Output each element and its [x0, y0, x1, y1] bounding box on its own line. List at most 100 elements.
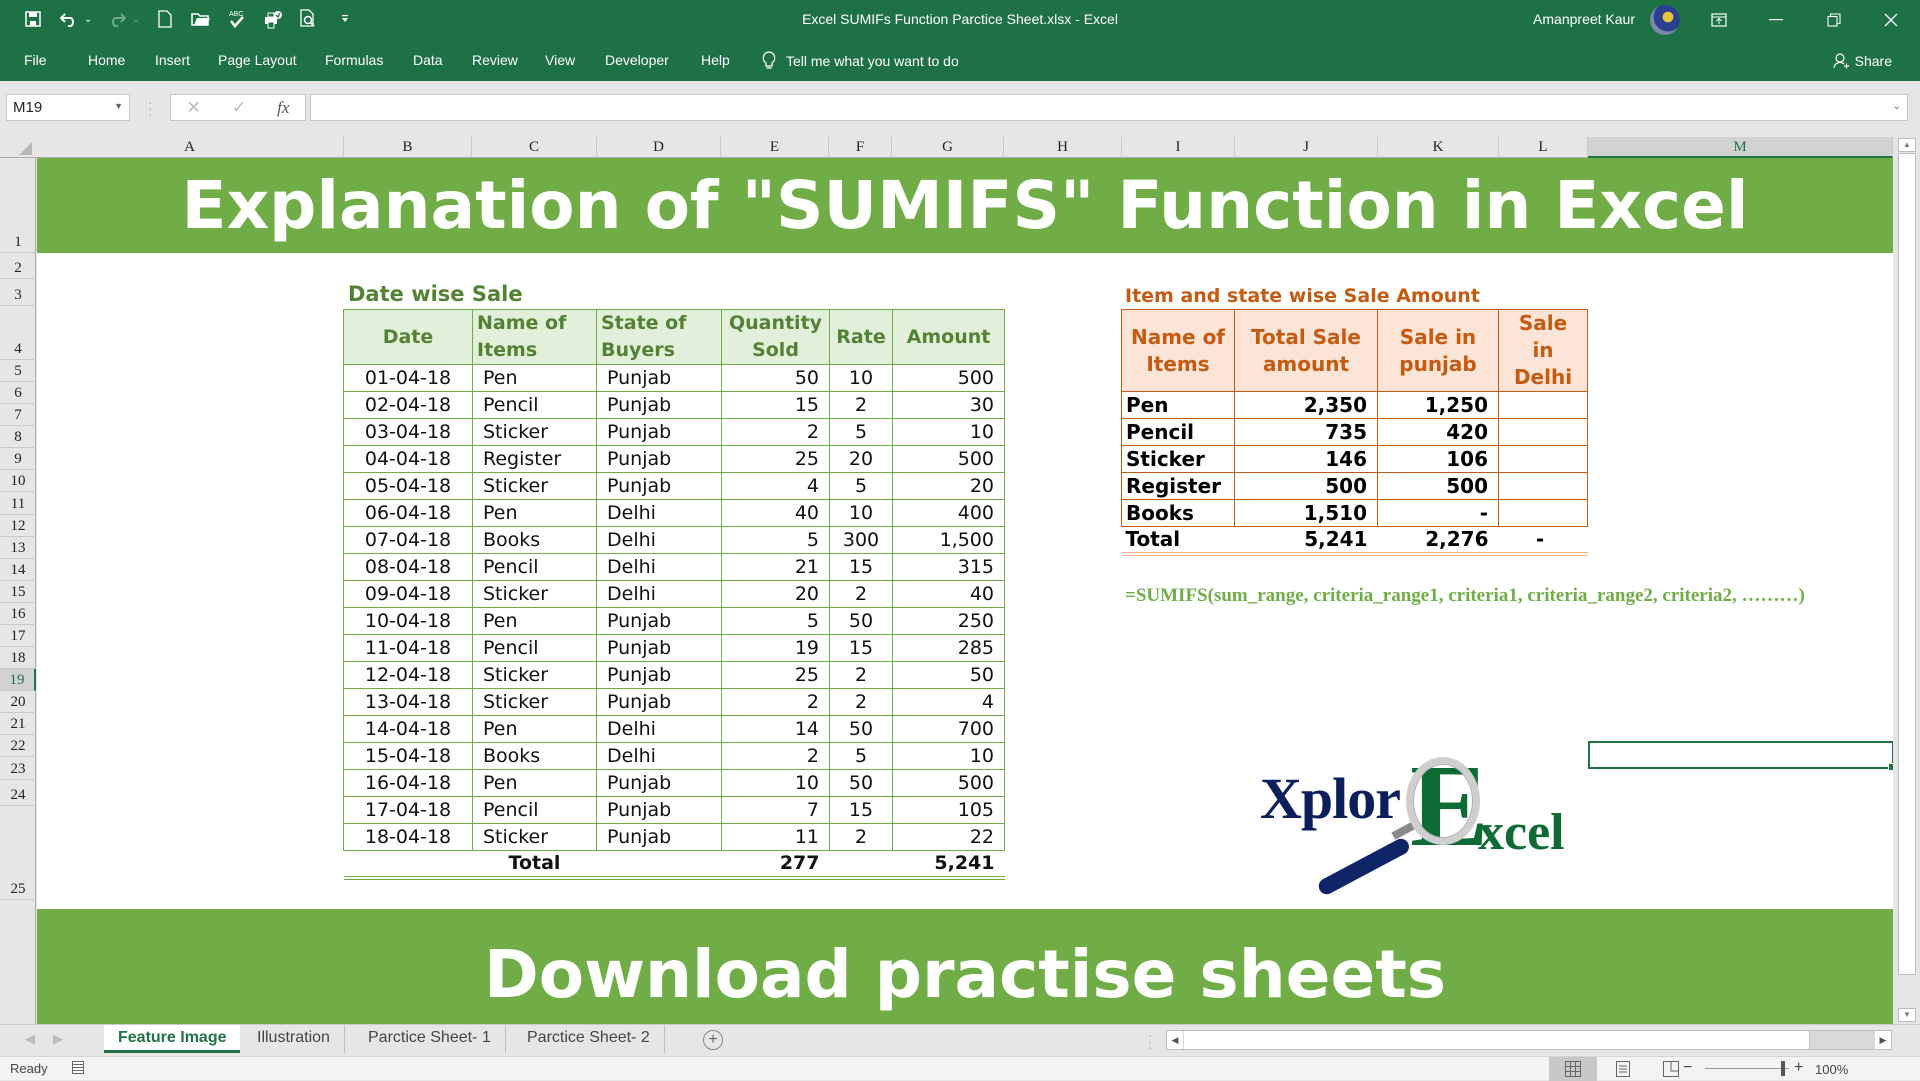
date-cell[interactable]: 07-04-18 — [343, 526, 473, 554]
amount-cell[interactable]: 22 — [892, 823, 1005, 851]
date-cell[interactable]: 13-04-18 — [343, 688, 473, 716]
item-cell[interactable]: Sticker — [472, 418, 597, 446]
total-sale-cell[interactable]: 2,350 — [1234, 391, 1378, 419]
state-cell[interactable]: Punjab — [596, 688, 722, 716]
date-cell[interactable]: 16-04-18 — [343, 769, 473, 797]
punjab-sale-cell[interactable]: 1,250 — [1377, 391, 1499, 419]
item-cell[interactable]: Sticker — [472, 688, 597, 716]
column-header-m[interactable]: M — [1588, 137, 1893, 158]
scroll-left-icon[interactable]: ◀ — [1167, 1031, 1183, 1049]
quantity-cell[interactable]: 10 — [721, 769, 830, 797]
quantity-cell[interactable]: 2 — [721, 418, 830, 446]
state-cell[interactable]: Delhi — [596, 553, 722, 581]
scroll-right-icon[interactable]: ▶ — [1875, 1031, 1891, 1049]
column-header-d[interactable]: D — [597, 137, 721, 158]
total-sale-cell[interactable]: 146 — [1234, 445, 1378, 473]
state-cell[interactable]: Punjab — [596, 445, 722, 473]
total-sale[interactable]: 5,241 — [1234, 526, 1378, 556]
header-rate[interactable]: Rate — [829, 309, 893, 365]
quantity-cell[interactable]: 21 — [721, 553, 830, 581]
vertical-scroll-thumb[interactable] — [1898, 153, 1916, 975]
date-cell[interactable]: 15-04-18 — [343, 742, 473, 770]
item-cell[interactable]: Pencil — [472, 553, 597, 581]
punjab-sale-cell[interactable]: 106 — [1377, 445, 1499, 473]
state-cell[interactable]: Delhi — [596, 526, 722, 554]
selected-cell-m19[interactable] — [1588, 741, 1893, 771]
state-cell[interactable]: Delhi — [596, 499, 722, 527]
column-header-b[interactable]: B — [344, 137, 472, 158]
header-item-name[interactable]: Name of Items — [1121, 309, 1235, 392]
sheet-tab-feature-image[interactable]: Feature Image — [104, 1025, 241, 1053]
rate-cell[interactable]: 20 — [829, 445, 893, 473]
tab-help[interactable]: Help — [701, 52, 730, 68]
horizontal-scrollbar[interactable]: ◀ ▶ — [1166, 1030, 1892, 1050]
tab-split-handle-icon[interactable]: · · · — [1148, 1028, 1153, 1054]
state-cell[interactable]: Punjab — [596, 769, 722, 797]
item-cell[interactable]: Sticker — [1121, 445, 1235, 473]
amount-cell[interactable]: 400 — [892, 499, 1005, 527]
row-header-11[interactable]: 11 — [0, 492, 36, 515]
delhi-sale-cell[interactable] — [1498, 418, 1588, 446]
item-cell[interactable]: Sticker — [472, 661, 597, 689]
row-header-24[interactable]: 24 — [0, 780, 36, 806]
item-cell[interactable]: Pencil — [472, 391, 597, 419]
tab-insert[interactable]: Insert — [155, 52, 190, 68]
add-sheet-icon[interactable]: + — [703, 1030, 723, 1050]
sheet-tab-illustration[interactable]: Illustration — [243, 1025, 345, 1053]
row-header-19[interactable]: 19 — [0, 669, 36, 691]
quantity-cell[interactable]: 4 — [721, 472, 830, 500]
state-cell[interactable]: Delhi — [596, 742, 722, 770]
sheet-tab-practice-sheet-1[interactable]: Parctice Sheet- 1 — [354, 1025, 506, 1053]
rate-cell[interactable]: 10 — [829, 364, 893, 392]
quantity-cell[interactable]: 15 — [721, 391, 830, 419]
rate-cell[interactable]: 50 — [829, 715, 893, 743]
date-cell[interactable]: 06-04-18 — [343, 499, 473, 527]
date-cell[interactable]: 03-04-18 — [343, 418, 473, 446]
row-header-18[interactable]: 18 — [0, 647, 36, 669]
amount-cell[interactable]: 500 — [892, 445, 1005, 473]
rate-cell[interactable]: 50 — [829, 769, 893, 797]
row-header-4[interactable]: 4 — [0, 306, 36, 360]
item-cell[interactable]: Pen — [472, 364, 597, 392]
item-cell[interactable]: Pen — [472, 769, 597, 797]
state-cell[interactable]: Delhi — [596, 715, 722, 743]
cancel-icon[interactable]: ✕ — [187, 98, 201, 118]
header-amount[interactable]: Amount — [892, 309, 1005, 365]
column-header-k[interactable]: K — [1378, 137, 1499, 158]
rate-cell[interactable]: 15 — [829, 796, 893, 824]
macro-recording-icon[interactable] — [72, 1061, 84, 1074]
rate-cell[interactable]: 2 — [829, 580, 893, 608]
state-cell[interactable]: Punjab — [596, 607, 722, 635]
row-header-23[interactable]: 23 — [0, 757, 36, 780]
next-sheet-icon[interactable]: ▶ — [53, 1031, 63, 1047]
horizontal-scroll-thumb[interactable] — [1184, 1031, 1810, 1049]
tab-formulas[interactable]: Formulas — [325, 52, 383, 68]
amount-cell[interactable]: 20 — [892, 472, 1005, 500]
item-cell[interactable]: Pencil — [472, 634, 597, 662]
page-layout-view-button[interactable] — [1599, 1057, 1647, 1081]
quantity-cell[interactable]: 20 — [721, 580, 830, 608]
zoom-out-button[interactable]: − — [1683, 1059, 1692, 1077]
user-name[interactable]: Amanpreet Kaur — [1533, 11, 1635, 27]
quantity-cell[interactable]: 2 — [721, 742, 830, 770]
insert-function-icon[interactable]: fx — [277, 98, 289, 118]
close-button[interactable] — [1871, 6, 1911, 34]
header-item-name[interactable]: Name of Items — [472, 309, 597, 365]
rate-cell[interactable]: 10 — [829, 499, 893, 527]
item-cell[interactable]: Sticker — [472, 580, 597, 608]
date-cell[interactable]: 09-04-18 — [343, 580, 473, 608]
column-header-f[interactable]: F — [829, 137, 892, 158]
column-header-e[interactable]: E — [721, 137, 829, 158]
item-cell[interactable]: Pencil — [1121, 418, 1235, 446]
header-sale-delhi[interactable]: Sale in Delhi — [1498, 309, 1588, 392]
tab-review[interactable]: Review — [472, 52, 518, 68]
vertical-scrollbar[interactable]: ▲ ▼ — [1897, 137, 1917, 1024]
total-delhi[interactable]: - — [1498, 526, 1588, 556]
rate-cell[interactable]: 5 — [829, 472, 893, 500]
column-header-j[interactable]: J — [1235, 137, 1378, 158]
punjab-sale-cell[interactable]: 500 — [1377, 472, 1499, 500]
amount-cell[interactable]: 1,500 — [892, 526, 1005, 554]
date-cell[interactable]: 18-04-18 — [343, 823, 473, 851]
state-cell[interactable]: Punjab — [596, 823, 722, 851]
zoom-slider[interactable] — [1705, 1068, 1789, 1069]
